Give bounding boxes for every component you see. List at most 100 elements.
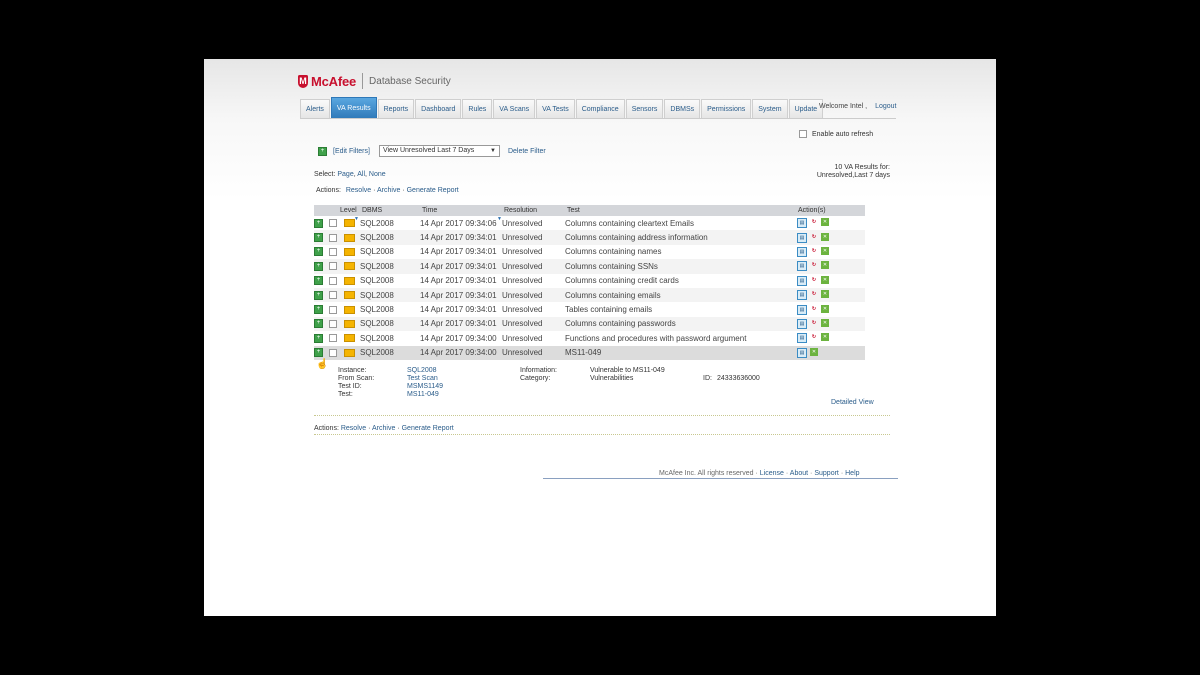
table-row[interactable]: + SQL2008 14 Apr 2017 09:34:00 Unresolved MS…: [314, 345, 865, 360]
cell-test[interactable]: Functions and procedures with password a…: [565, 334, 746, 343]
resolve-icon[interactable]: ✕: [821, 261, 829, 270]
row-checkbox[interactable]: [329, 233, 337, 242]
tab-dashboard[interactable]: Dashboard: [415, 99, 462, 119]
expand-row-icon[interactable]: +: [314, 290, 323, 300]
table-row[interactable]: + SQL2008 14 Apr 2017 09:34:01 Unresolved Co…: [314, 230, 865, 245]
header-dbms[interactable]: DBMS: [362, 207, 382, 214]
footer-support-link[interactable]: Support: [814, 470, 839, 477]
table-row[interactable]: + SQL2008 14 Apr 2017 09:34:01 Unresolved Ta…: [314, 302, 865, 316]
table-row[interactable]: + SQL2008 14 Apr 2017 09:34:06 Unresolved Co…: [314, 216, 865, 230]
cell-test[interactable]: Columns containing emails: [565, 291, 661, 300]
view-icon[interactable]: ▤: [797, 232, 807, 243]
expand-row-icon[interactable]: +: [314, 319, 323, 329]
view-icon[interactable]: ▤: [797, 275, 807, 286]
detail-scan-value[interactable]: Test Scan: [407, 375, 438, 383]
refresh-icon[interactable]: ↻: [810, 276, 818, 284]
resolve-icon[interactable]: ✕: [821, 333, 829, 342]
tab-dbmss[interactable]: DBMSs: [664, 99, 701, 119]
auto-refresh-checkbox[interactable]: [799, 130, 807, 138]
cell-test[interactable]: Tables containing emails: [565, 305, 652, 314]
tab-permissions[interactable]: Permissions: [701, 99, 752, 119]
table-row[interactable]: + SQL2008 14 Apr 2017 09:34:01 Unresolved Co…: [314, 259, 865, 274]
resolve-link[interactable]: Resolve: [341, 425, 366, 432]
refresh-icon[interactable]: ↻: [810, 247, 818, 255]
footer-help-link[interactable]: Help: [845, 470, 859, 477]
cell-test[interactable]: Columns containing SSNs: [565, 262, 658, 271]
cell-test[interactable]: Columns containing cleartext Emails: [565, 219, 694, 228]
view-icon[interactable]: ▤: [797, 290, 807, 301]
tab-va-tests[interactable]: VA Tests: [536, 99, 575, 119]
detail-instance-value[interactable]: SQL2008: [407, 367, 437, 375]
view-icon[interactable]: ▤: [797, 261, 807, 272]
expand-row-icon[interactable]: +: [314, 276, 323, 286]
view-icon[interactable]: ▤: [797, 218, 807, 229]
header-time[interactable]: Time: [422, 207, 437, 214]
tab-va-results[interactable]: VA Results: [330, 97, 377, 119]
header-level[interactable]: Level: [340, 207, 357, 214]
row-checkbox[interactable]: [329, 291, 337, 300]
edit-filters-link[interactable]: [Edit Filters]: [333, 148, 370, 155]
row-checkbox[interactable]: [329, 334, 337, 343]
detail-testid-value[interactable]: MSMS1149: [407, 383, 443, 391]
cell-test[interactable]: Columns containing passwords: [565, 319, 676, 328]
header-test[interactable]: Test: [567, 207, 580, 214]
row-checkbox[interactable]: [329, 348, 337, 357]
logout-link[interactable]: Logout: [875, 103, 896, 110]
view-icon[interactable]: ▤: [797, 333, 807, 344]
tab-va-scans[interactable]: VA Scans: [493, 99, 536, 119]
cell-test[interactable]: Columns containing credit cards: [565, 276, 679, 285]
footer-about-link[interactable]: About: [790, 470, 808, 477]
resolve-icon[interactable]: ✕: [821, 218, 829, 227]
table-row[interactable]: + SQL2008 14 Apr 2017 09:34:00 Unresolved Fu…: [314, 331, 865, 345]
tab-sensors[interactable]: Sensors: [625, 99, 664, 119]
expand-row-icon[interactable]: +: [314, 247, 323, 257]
resolve-icon[interactable]: ✕: [821, 318, 829, 327]
expand-filters-icon[interactable]: +: [318, 146, 327, 156]
select-none-link[interactable]: None: [369, 171, 386, 178]
tab-alerts[interactable]: Alerts: [300, 99, 330, 119]
table-row[interactable]: + SQL2008 14 Apr 2017 09:34:01 Unresolved Co…: [314, 316, 865, 332]
generate-report-link[interactable]: Generate Report: [407, 187, 459, 194]
expand-row-icon[interactable]: +: [314, 305, 323, 315]
tab-system[interactable]: System: [752, 99, 788, 119]
resolve-icon[interactable]: ✕: [821, 290, 829, 299]
view-icon[interactable]: ▤: [797, 246, 807, 257]
expand-row-icon[interactable]: +: [314, 348, 323, 358]
resolve-icon[interactable]: ✕: [821, 246, 829, 255]
resolve-icon[interactable]: ✕: [821, 275, 829, 284]
row-checkbox[interactable]: [329, 262, 337, 271]
refresh-icon[interactable]: ↻: [810, 290, 818, 298]
detailed-view-link[interactable]: Detailed View: [831, 399, 874, 407]
delete-filter-link[interactable]: Delete Filter: [508, 148, 546, 155]
row-checkbox[interactable]: [329, 219, 337, 228]
table-row[interactable]: + SQL2008 14 Apr 2017 09:34:01 Unresolved Co…: [314, 287, 865, 303]
header-resolution[interactable]: Resolution: [504, 207, 537, 214]
select-all-link[interactable]: All: [357, 171, 365, 178]
tab-update[interactable]: Update: [788, 99, 824, 119]
generate-report-link[interactable]: Generate Report: [402, 425, 454, 432]
resolve-icon[interactable]: ✕: [821, 232, 829, 241]
refresh-icon[interactable]: ↻: [810, 233, 818, 241]
row-checkbox[interactable]: [329, 319, 337, 328]
filter-select[interactable]: View Unresolved Last 7 Days ▼: [378, 145, 500, 157]
refresh-icon[interactable]: ↻: [810, 261, 818, 269]
refresh-icon[interactable]: ↻: [810, 319, 818, 327]
row-checkbox[interactable]: [329, 305, 337, 314]
resolve-icon[interactable]: ✕: [810, 347, 818, 356]
archive-link[interactable]: Archive: [372, 425, 395, 432]
refresh-icon[interactable]: ↻: [810, 218, 818, 226]
tab-compliance[interactable]: Compliance: [575, 99, 625, 119]
view-icon[interactable]: ▤: [797, 347, 807, 358]
resolve-icon[interactable]: ✕: [821, 304, 829, 313]
select-page-link[interactable]: Page: [337, 171, 353, 178]
row-checkbox[interactable]: [329, 276, 337, 285]
table-row[interactable]: + SQL2008 14 Apr 2017 09:34:01 Unresolved Co…: [314, 245, 865, 259]
resolve-link[interactable]: Resolve: [346, 187, 371, 194]
expand-row-icon[interactable]: +: [314, 218, 323, 228]
expand-row-icon[interactable]: +: [314, 333, 323, 343]
refresh-icon[interactable]: ↻: [810, 333, 818, 341]
tab-rules[interactable]: Rules: [462, 99, 493, 119]
expand-row-icon[interactable]: +: [314, 233, 323, 243]
cell-test[interactable]: Columns containing address information: [565, 233, 708, 242]
tab-reports[interactable]: Reports: [377, 99, 415, 119]
